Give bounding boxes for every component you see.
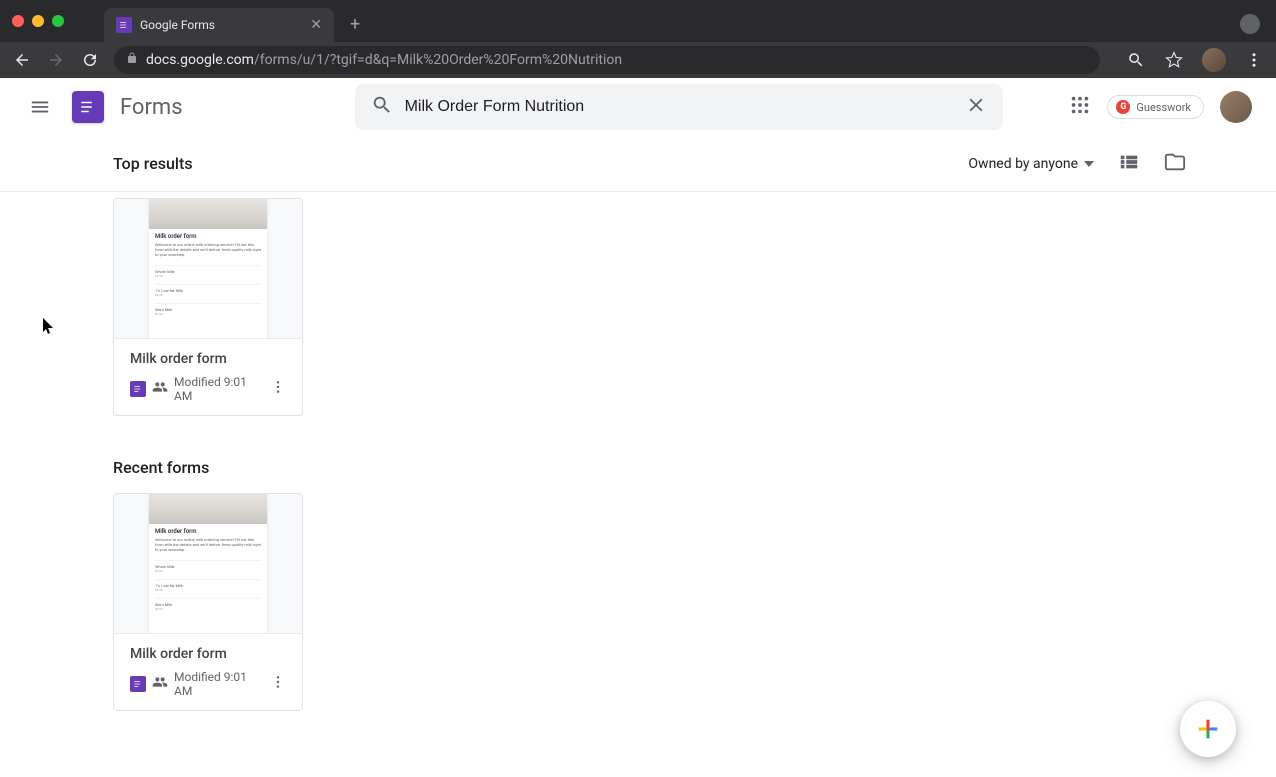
guesswork-label: Guesswork — [1136, 101, 1191, 114]
create-form-fab[interactable] — [1180, 701, 1236, 757]
form-card[interactable]: Milk order form Welcome to our online mi… — [113, 493, 303, 711]
card-more-icon[interactable] — [270, 674, 286, 694]
search-input[interactable] — [405, 98, 953, 116]
owned-by-filter[interactable]: Owned by anyone — [968, 156, 1094, 172]
url-field[interactable]: docs.google.com/forms/u/1/?tgif=d&q=Milk… — [114, 46, 1100, 74]
browser-user-avatar[interactable] — [1202, 48, 1226, 72]
app-title: Forms — [120, 95, 183, 120]
browser-menu-icon[interactable] — [1244, 50, 1264, 70]
browser-chrome: Google Forms ✕ + docs.google.com/forms/u… — [0, 0, 1276, 78]
shared-icon — [152, 379, 168, 399]
card-modified: Modified 9:01 AM — [174, 670, 264, 698]
recent-forms-title: Recent forms — [113, 458, 1163, 477]
lock-icon — [126, 52, 138, 68]
top-results-title: Top results — [113, 154, 193, 173]
tab-title: Google Forms — [140, 18, 302, 32]
window-controls — [12, 15, 64, 27]
owned-by-label: Owned by anyone — [968, 156, 1078, 172]
main-menu-button[interactable] — [20, 87, 60, 127]
zoom-icon[interactable] — [1126, 50, 1146, 70]
browser-tab[interactable]: Google Forms ✕ — [104, 8, 334, 42]
tab-bar: Google Forms ✕ + — [0, 0, 1276, 42]
content-area: Milk order form Welcome to our online mi… — [0, 192, 1276, 777]
plus-icon — [1194, 715, 1222, 743]
form-thumbnail: Milk order form Welcome to our online mi… — [114, 199, 302, 339]
url-path: /forms/u/1/?tgif=d&q=Milk%20Order%20Form… — [254, 52, 622, 68]
clear-search-icon[interactable] — [965, 94, 987, 120]
controls-right: Owned by anyone — [968, 151, 1186, 177]
chevron-down-icon — [1084, 159, 1094, 169]
forms-logo-icon[interactable] — [72, 91, 104, 123]
card-title: Milk order form — [130, 646, 286, 662]
card-more-icon[interactable] — [270, 379, 286, 399]
card-info: Milk order form Modified 9:01 AM — [114, 634, 302, 710]
form-thumbnail: Milk order form Welcome to our online mi… — [114, 494, 302, 634]
card-title: Milk order form — [130, 351, 286, 367]
search-icon[interactable] — [371, 94, 393, 120]
card-modified: Modified 9:01 AM — [174, 375, 264, 403]
card-info: Milk order form Modified 9:01 AM — [114, 339, 302, 415]
guesswork-badge[interactable]: G Guesswork — [1107, 95, 1204, 119]
maximize-window-button[interactable] — [52, 15, 64, 27]
user-avatar[interactable] — [1220, 91, 1252, 123]
back-button[interactable] — [12, 50, 32, 70]
url-host: docs.google.com — [146, 52, 254, 68]
forms-favicon-icon — [116, 17, 132, 33]
close-tab-icon[interactable]: ✕ — [310, 17, 322, 33]
address-bar: docs.google.com/forms/u/1/?tgif=d&q=Milk… — [0, 42, 1276, 78]
bookmark-icon[interactable] — [1164, 50, 1184, 70]
guesswork-dot-icon: G — [1116, 100, 1130, 114]
folder-view-button[interactable] — [1164, 151, 1186, 177]
app-header: Forms G Guesswork — [0, 78, 1276, 136]
list-view-button[interactable] — [1118, 151, 1140, 177]
header-actions: G Guesswork — [1069, 91, 1256, 123]
address-bar-actions — [1126, 48, 1264, 72]
minimize-window-button[interactable] — [32, 15, 44, 27]
browser-profile-icon[interactable] — [1240, 14, 1260, 34]
form-card[interactable]: Milk order form Welcome to our online mi… — [113, 198, 303, 416]
close-window-button[interactable] — [12, 15, 24, 27]
search-box — [355, 84, 1003, 130]
google-apps-icon[interactable] — [1069, 94, 1091, 120]
new-tab-button[interactable]: + — [350, 14, 360, 35]
forward-button[interactable] — [46, 50, 66, 70]
shared-icon — [152, 674, 168, 694]
reload-button[interactable] — [80, 50, 100, 70]
forms-type-icon — [130, 676, 146, 692]
controls-row: Top results Owned by anyone — [0, 136, 1276, 192]
forms-type-icon — [130, 381, 146, 397]
